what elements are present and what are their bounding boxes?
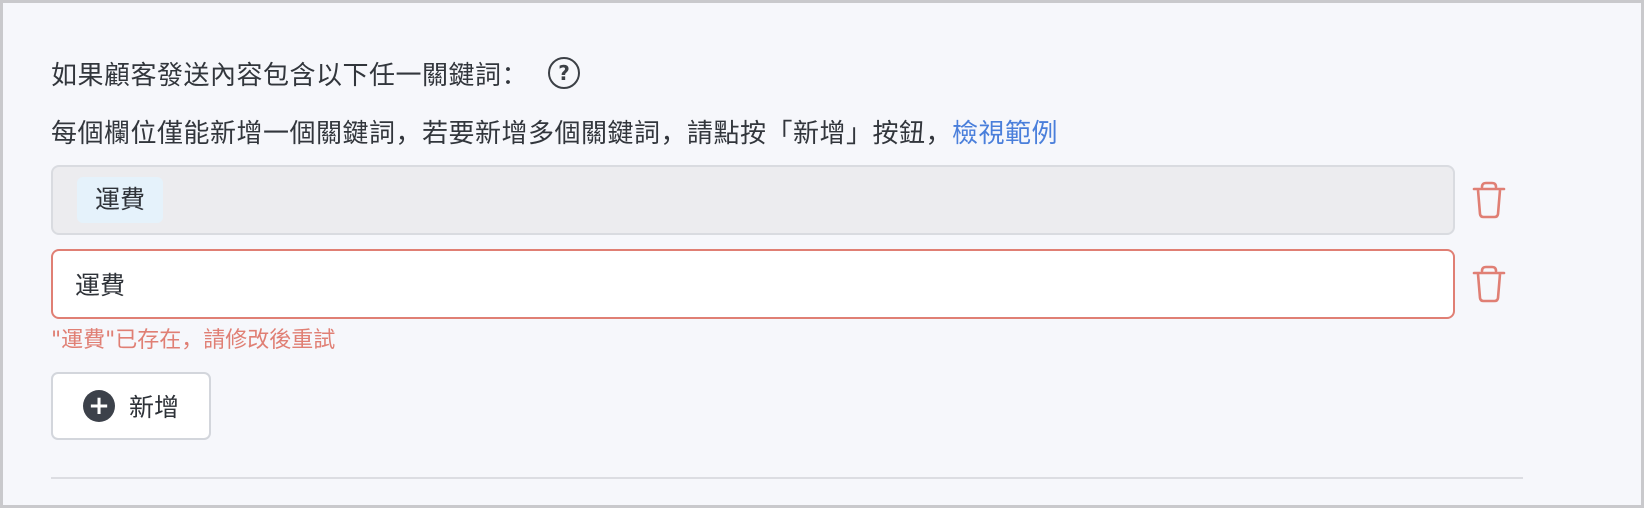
plus-circle-icon: + bbox=[82, 390, 115, 422]
section-divider bbox=[51, 477, 1523, 479]
help-icon[interactable]: ? bbox=[548, 57, 581, 89]
delete-keyword-button[interactable] bbox=[1469, 264, 1509, 304]
keyword-tag: 運費 bbox=[77, 177, 164, 223]
keyword-field-error[interactable] bbox=[51, 249, 1455, 319]
add-button-label: 新增 bbox=[128, 393, 179, 422]
add-keyword-button[interactable]: + 新增 bbox=[51, 372, 211, 440]
keyword-rule-panel: 如果顧客發送內容包含以下任一關鍵詞： ? 每個欄位僅能新增一個關鍵詞，若要新增多… bbox=[0, 0, 1644, 508]
instruction-text: 每個欄位僅能新增一個關鍵詞，若要新增多個關鍵詞，請點按「新增」按鈕， bbox=[51, 118, 953, 149]
keyword-instruction: 每個欄位僅能新增一個關鍵詞，若要新增多個關鍵詞，請點按「新增」按鈕， 檢視範例 bbox=[51, 111, 1058, 151]
delete-keyword-button[interactable] bbox=[1469, 180, 1509, 220]
keyword-input[interactable] bbox=[75, 251, 1415, 317]
keyword-heading-row: 如果顧客發送內容包含以下任一關鍵詞： ? bbox=[51, 53, 581, 93]
view-example-link[interactable]: 檢視範例 bbox=[952, 113, 1058, 150]
trash-icon bbox=[1472, 181, 1506, 219]
keyword-heading: 如果顧客發送內容包含以下任一關鍵詞： bbox=[51, 60, 529, 91]
keyword-field-confirmed[interactable]: 運費 bbox=[51, 165, 1455, 235]
trash-icon bbox=[1472, 265, 1506, 303]
duplicate-keyword-error: "運費"已存在，請修改後重試 bbox=[51, 328, 336, 353]
